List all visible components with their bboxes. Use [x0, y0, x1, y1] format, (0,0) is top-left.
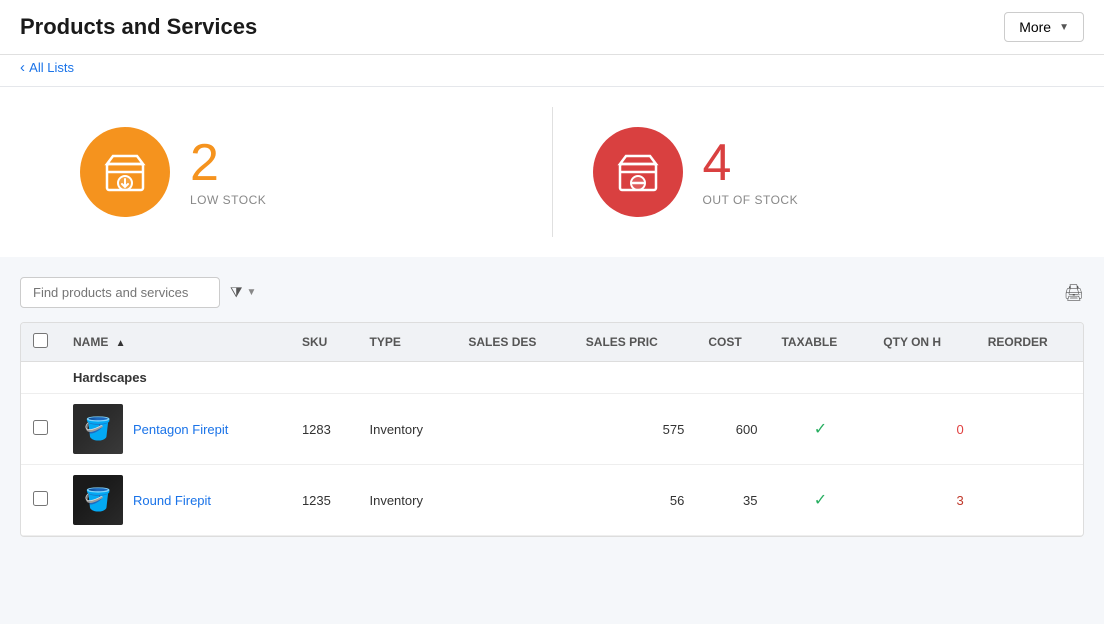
taxable-cell: ✓ — [769, 465, 871, 536]
filter-button[interactable]: ⧩ ▼ — [230, 284, 256, 301]
col-name[interactable]: NAME ▲ — [61, 323, 290, 362]
col-type: TYPE — [357, 323, 456, 362]
sku-cell: 1283 — [290, 394, 358, 465]
product-image: 🪣 — [73, 404, 123, 454]
sort-asc-icon: ▲ — [116, 338, 126, 349]
sales-price-cell: 575 — [574, 394, 697, 465]
reorder-cell — [976, 465, 1083, 536]
col-reorder: REORDER — [976, 323, 1083, 362]
taxable-check-icon: ✓ — [814, 421, 827, 438]
cost-cell: 600 — [696, 394, 769, 465]
type-cell: Inventory — [357, 465, 456, 536]
sales-price-cell: 56 — [574, 465, 697, 536]
col-sku: SKU — [290, 323, 358, 362]
print-icon: 🖨 — [1064, 285, 1084, 302]
more-button-label: More — [1019, 19, 1051, 35]
all-lists-link[interactable]: All Lists — [20, 60, 74, 75]
low-stock-label: LOW STOCK — [190, 193, 266, 207]
cost-cell: 35 — [696, 465, 769, 536]
table-row: 🪣 Pentagon Firepit 1283 Inventory 575 60… — [21, 394, 1083, 465]
product-name-cell: 🪣 Pentagon Firepit — [61, 394, 290, 465]
table-group-row: Hardscapes — [21, 362, 1083, 394]
products-table: NAME ▲ SKU TYPE SALES DES SALES PRIC COS… — [21, 323, 1083, 536]
table-row: 🪣 Round Firepit 1235 Inventory 56 35 ✓ 3 — [21, 465, 1083, 536]
taxable-check-icon: ✓ — [814, 492, 827, 509]
out-of-stock-card: 4 OUT OF STOCK — [552, 107, 1065, 237]
low-stock-box-icon — [99, 146, 151, 198]
row-checkbox-cell[interactable] — [21, 465, 61, 536]
row-checkbox[interactable] — [33, 420, 48, 435]
col-qty-on-hand: QTY ON H — [871, 323, 975, 362]
product-name[interactable]: Pentagon Firepit — [133, 422, 228, 437]
qty-on-hand-cell: 3 — [871, 465, 975, 536]
out-of-stock-icon-circle — [593, 127, 683, 217]
chevron-down-icon: ▼ — [1059, 22, 1069, 33]
col-sales-price: SALES PRIC — [574, 323, 697, 362]
table-header-row: NAME ▲ SKU TYPE SALES DES SALES PRIC COS… — [21, 323, 1083, 362]
stats-section: 2 LOW STOCK 4 OUT OF STOCK — [0, 87, 1104, 257]
search-input[interactable] — [20, 277, 220, 308]
row-checkbox[interactable] — [33, 491, 48, 506]
low-stock-card: 2 LOW STOCK — [40, 107, 552, 237]
reorder-cell — [976, 394, 1083, 465]
low-stock-info: 2 LOW STOCK — [190, 137, 266, 207]
out-of-stock-info: 4 OUT OF STOCK — [703, 137, 799, 207]
row-checkbox-cell[interactable] — [21, 394, 61, 465]
page-title: Products and Services — [20, 14, 257, 40]
filter-chevron-icon: ▼ — [247, 287, 257, 298]
out-of-stock-label: OUT OF STOCK — [703, 193, 799, 207]
select-all-checkbox[interactable] — [33, 333, 48, 348]
more-button[interactable]: More ▼ — [1004, 12, 1084, 42]
sales-desc-cell — [456, 465, 573, 536]
out-of-stock-box-icon — [612, 146, 664, 198]
products-table-container: NAME ▲ SKU TYPE SALES DES SALES PRIC COS… — [20, 322, 1084, 537]
col-taxable: TAXABLE — [769, 323, 871, 362]
out-of-stock-number: 4 — [703, 137, 799, 189]
sales-desc-cell — [456, 394, 573, 465]
breadcrumb: All Lists — [0, 55, 1104, 87]
toolbar: ⧩ ▼ 🖨 — [20, 277, 1084, 308]
low-stock-number: 2 — [190, 137, 266, 189]
filter-icon: ⧩ — [230, 284, 243, 301]
page-header: Products and Services More ▼ — [0, 0, 1104, 55]
product-name[interactable]: Round Firepit — [133, 493, 211, 508]
low-stock-icon-circle — [80, 127, 170, 217]
taxable-cell: ✓ — [769, 394, 871, 465]
product-name-cell: 🪣 Round Firepit — [61, 465, 290, 536]
col-sales-desc: SALES DES — [456, 323, 573, 362]
col-cost: COST — [696, 323, 769, 362]
qty-on-hand-cell: 0 — [871, 394, 975, 465]
select-all-cell[interactable] — [21, 323, 61, 362]
print-button[interactable]: 🖨 — [1064, 283, 1084, 303]
list-section: ⧩ ▼ 🖨 NAME ▲ SKU TYPE SALES DES SAL — [0, 257, 1104, 557]
product-image: 🪣 — [73, 475, 123, 525]
type-cell: Inventory — [357, 394, 456, 465]
sku-cell: 1235 — [290, 465, 358, 536]
group-name: Hardscapes — [61, 362, 1083, 394]
